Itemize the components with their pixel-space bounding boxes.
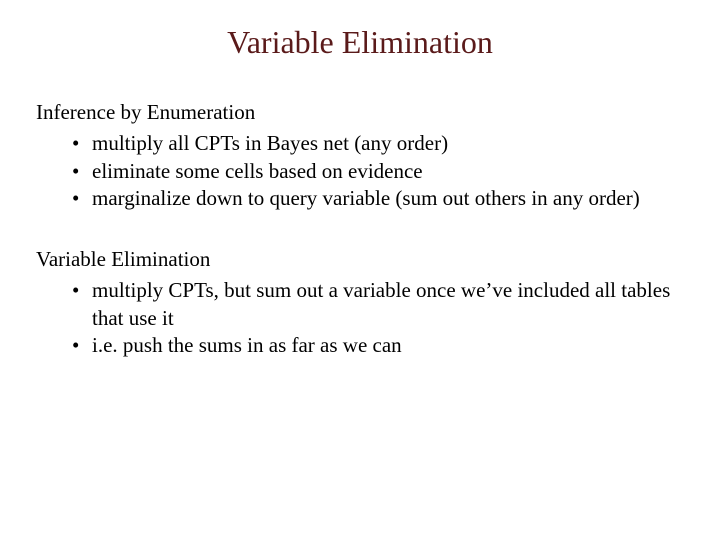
- list-item: multiply all CPTs in Bayes net (any orde…: [36, 130, 684, 157]
- bullet-list: multiply CPTs, but sum out a variable on…: [36, 277, 684, 359]
- bullet-list: multiply all CPTs in Bayes net (any orde…: [36, 130, 684, 212]
- list-item: i.e. push the sums in as far as we can: [36, 332, 684, 359]
- list-item: eliminate some cells based on evidence: [36, 158, 684, 185]
- list-item: multiply CPTs, but sum out a variable on…: [36, 277, 684, 332]
- list-item: marginalize down to query variable (sum …: [36, 185, 684, 212]
- section-heading: Variable Elimination: [36, 246, 684, 273]
- slide: Variable Elimination Inference by Enumer…: [0, 0, 720, 540]
- section-heading: Inference by Enumeration: [36, 99, 684, 126]
- slide-title: Variable Elimination: [36, 24, 684, 61]
